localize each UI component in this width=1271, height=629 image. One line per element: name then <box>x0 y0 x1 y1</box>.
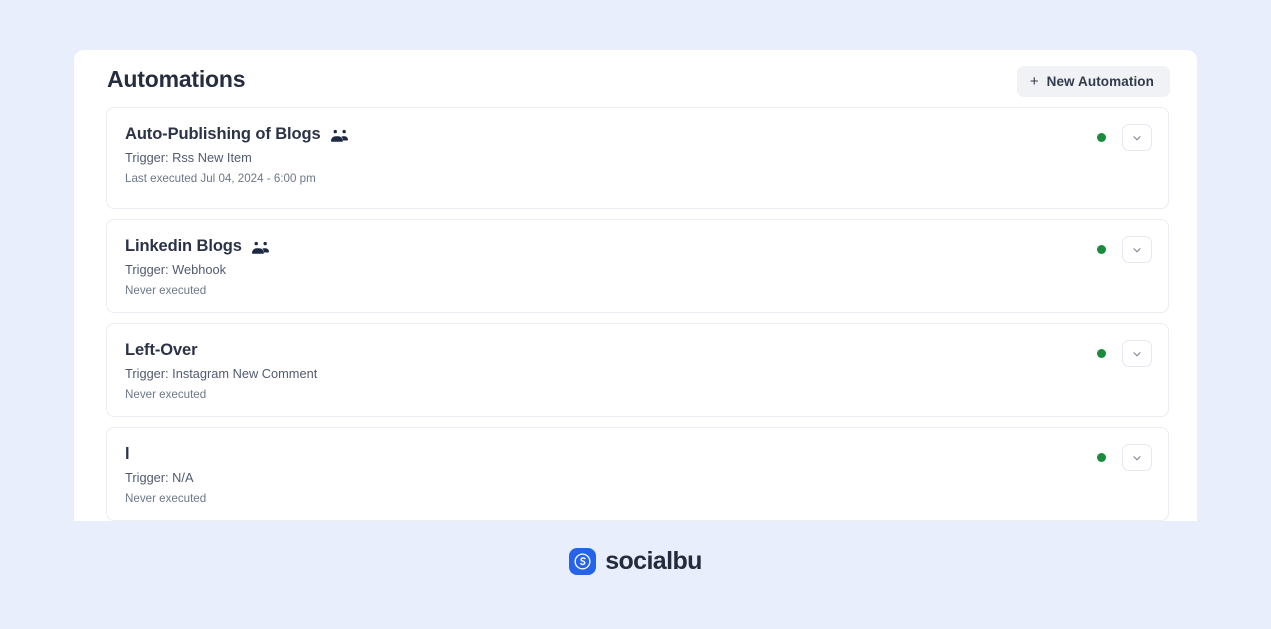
automation-title: Linkedin Blogs <box>125 237 242 255</box>
app-root: Automations + New Automation Auto-Publis… <box>0 0 1271 629</box>
new-automation-button[interactable]: + New Automation <box>1016 66 1170 97</box>
automation-title: Left-Over <box>125 341 198 359</box>
card-controls <box>1097 444 1152 471</box>
footer-branding: socialbu <box>0 548 1271 575</box>
new-automation-label: New Automation <box>1046 74 1154 89</box>
card-title-row: l <box>125 444 1150 465</box>
status-dot-active <box>1097 453 1106 462</box>
automation-title: l <box>125 445 130 463</box>
automation-trigger: Trigger: N/A <box>125 470 194 485</box>
card-controls <box>1097 124 1152 151</box>
status-dot-active <box>1097 245 1106 254</box>
automation-last-executed: Last executed Jul 04, 2024 - 6:00 pm <box>125 172 316 185</box>
automation-card[interactable]: l Trigger: N/A Never executed <box>106 427 1169 521</box>
automation-trigger: Trigger: Instagram New Comment <box>125 366 318 381</box>
socialbu-logo-icon <box>569 548 597 575</box>
users-group-icon <box>330 128 348 142</box>
automation-card[interactable]: Linkedin Blogs Trigger: Webhook Never exec… <box>106 219 1169 313</box>
panel-header: Automations + New Automation <box>74 50 1197 107</box>
status-dot-active <box>1097 133 1106 142</box>
automation-last-executed: Never executed <box>125 284 207 297</box>
card-title-row: Left-Over <box>125 340 1150 361</box>
card-title-row: Auto-Publishing of Blogs <box>125 124 1150 145</box>
plus-icon: + <box>1029 73 1039 90</box>
expand-automation-button[interactable] <box>1122 444 1152 471</box>
brand-name: socialbu <box>605 547 702 575</box>
card-title-row: Linkedin Blogs <box>125 236 1150 257</box>
automations-list: Auto-Publishing of Blogs Trigger: Rss New… <box>106 107 1169 521</box>
automation-last-executed: Never executed <box>125 492 207 505</box>
status-dot-active <box>1097 349 1106 358</box>
automations-panel: Automations + New Automation Auto-Publis… <box>74 50 1197 521</box>
expand-automation-button[interactable] <box>1122 124 1152 151</box>
expand-automation-button[interactable] <box>1122 236 1152 263</box>
automation-trigger: Trigger: Rss New Item <box>125 150 252 165</box>
automation-title: Auto-Publishing of Blogs <box>125 125 321 143</box>
automation-card[interactable]: Left-Over Trigger: Instagram New Comment N… <box>106 323 1169 417</box>
users-group-icon <box>251 240 269 254</box>
automation-trigger: Trigger: Webhook <box>125 262 227 277</box>
automation-card[interactable]: Auto-Publishing of Blogs Trigger: Rss New… <box>106 107 1169 209</box>
expand-automation-button[interactable] <box>1122 340 1152 367</box>
page-title: Automations <box>107 66 246 92</box>
card-controls <box>1097 340 1152 367</box>
card-controls <box>1097 236 1152 263</box>
automation-last-executed: Never executed <box>125 388 207 401</box>
